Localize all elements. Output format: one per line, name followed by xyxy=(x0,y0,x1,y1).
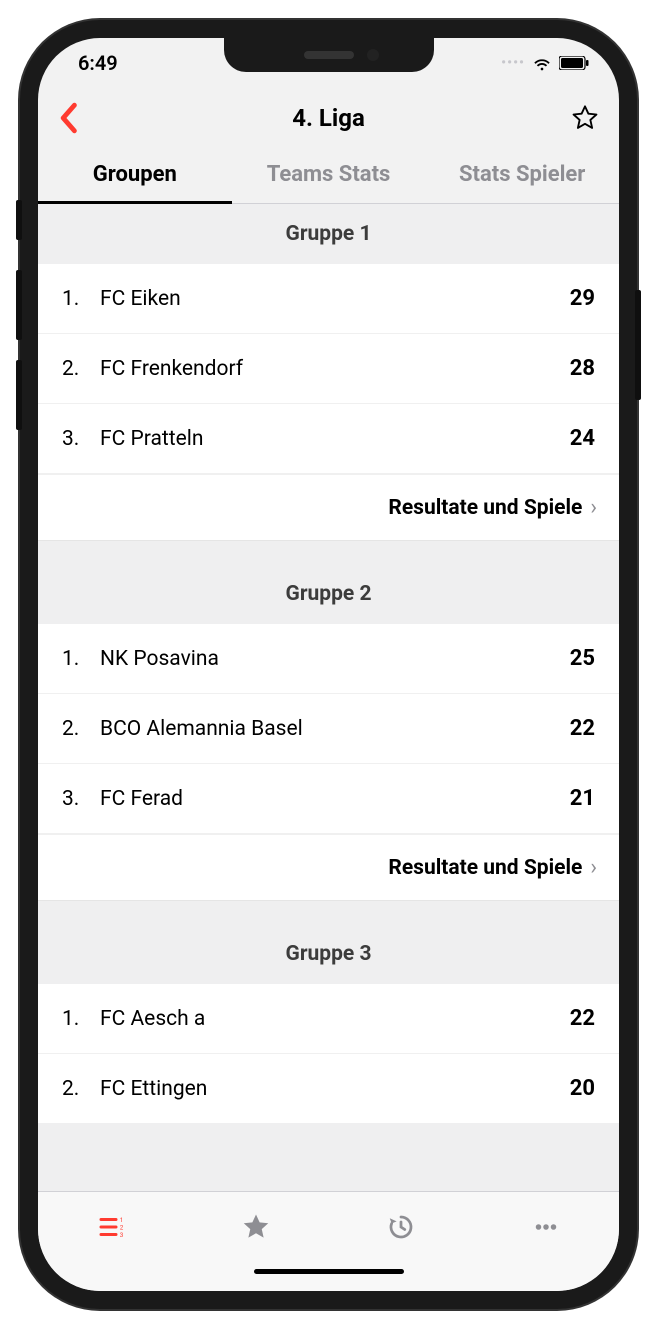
team-points: 24 xyxy=(570,426,595,451)
page-title: 4. Liga xyxy=(292,104,365,132)
phone-frame: 6:49 •••• 4. Liga Groupen xyxy=(20,20,637,1309)
segment-tabs: Groupen Teams Stats Stats Spieler xyxy=(38,148,619,204)
team-points: 28 xyxy=(570,356,595,381)
side-button xyxy=(16,200,22,240)
team-row[interactable]: 1. NK Posavina 25 xyxy=(38,624,619,694)
team-points: 20 xyxy=(570,1076,595,1101)
team-rank: 1. xyxy=(62,647,94,671)
team-row[interactable]: 3. FC Ferad 21 xyxy=(38,764,619,834)
cellular-dots-icon: •••• xyxy=(501,55,525,71)
team-name: FC Aesch a xyxy=(94,1007,570,1031)
back-button[interactable] xyxy=(58,102,98,134)
tab-groupen[interactable]: Groupen xyxy=(38,148,232,203)
wifi-icon xyxy=(531,52,553,74)
tab-bar-history[interactable] xyxy=(329,1212,474,1242)
team-row[interactable]: 2. FC Ettingen 20 xyxy=(38,1054,619,1123)
history-icon xyxy=(386,1212,416,1242)
team-name: FC Frenkendorf xyxy=(94,357,570,381)
tab-bar-favorites[interactable] xyxy=(183,1212,328,1242)
star-outline-icon xyxy=(571,104,599,132)
team-points: 21 xyxy=(570,786,595,811)
group-header: Gruppe 3 xyxy=(38,920,619,984)
team-points: 25 xyxy=(570,646,595,671)
team-name: FC Ferad xyxy=(94,787,570,811)
battery-icon xyxy=(559,56,589,70)
team-name: FC Eiken xyxy=(94,287,570,311)
list-numbered-icon: 1 2 3 xyxy=(96,1212,126,1242)
more-horizontal-icon xyxy=(531,1212,561,1242)
team-rank: 1. xyxy=(62,287,94,311)
status-time: 6:49 xyxy=(78,51,118,75)
team-rank: 2. xyxy=(62,357,94,381)
tab-bar-standings[interactable]: 1 2 3 xyxy=(38,1212,183,1242)
team-rank: 2. xyxy=(62,1077,94,1101)
team-name: FC Pratteln xyxy=(94,427,570,451)
team-name: BCO Alemannia Basel xyxy=(94,717,570,741)
chevron-right-icon: › xyxy=(590,855,597,880)
favorite-button[interactable] xyxy=(559,104,599,132)
phone-screen: 6:49 •••• 4. Liga Groupen xyxy=(38,38,619,1291)
tab-bar-more[interactable] xyxy=(474,1212,619,1242)
chevron-left-icon xyxy=(58,102,78,134)
team-row[interactable]: 2. FC Frenkendorf 28 xyxy=(38,334,619,404)
team-row[interactable]: 3. FC Pratteln 24 xyxy=(38,404,619,474)
team-row[interactable]: 2. BCO Alemannia Basel 22 xyxy=(38,694,619,764)
team-points: 22 xyxy=(570,716,595,741)
team-points: 22 xyxy=(570,1006,595,1031)
nav-bar: 4. Liga xyxy=(38,88,619,148)
section-gap xyxy=(38,540,619,560)
star-icon xyxy=(241,1212,271,1242)
notch xyxy=(224,38,434,72)
svg-text:3: 3 xyxy=(119,1231,123,1239)
side-button xyxy=(16,360,22,430)
team-rank: 2. xyxy=(62,717,94,741)
tab-stats-spieler[interactable]: Stats Spieler xyxy=(425,148,619,203)
side-button xyxy=(635,290,641,400)
team-name: FC Ettingen xyxy=(94,1077,570,1101)
results-label: Resultate und Spiele xyxy=(388,496,582,520)
home-indicator[interactable] xyxy=(38,1261,619,1291)
group-header: Gruppe 2 xyxy=(38,560,619,624)
chevron-right-icon: › xyxy=(590,495,597,520)
team-row[interactable]: 1. FC Eiken 29 xyxy=(38,264,619,334)
results-label: Resultate und Spiele xyxy=(388,856,582,880)
team-rank: 1. xyxy=(62,1007,94,1031)
results-link[interactable]: Resultate und Spiele › xyxy=(38,474,619,540)
section-gap xyxy=(38,900,619,920)
group-header: Gruppe 1 xyxy=(38,204,619,264)
team-points: 29 xyxy=(570,286,595,311)
team-rank: 3. xyxy=(62,427,94,451)
tab-teams-stats[interactable]: Teams Stats xyxy=(232,148,426,203)
team-name: NK Posavina xyxy=(94,647,570,671)
tab-bar: 1 2 3 xyxy=(38,1191,619,1261)
team-row[interactable]: 1. FC Aesch a 22 xyxy=(38,984,619,1054)
side-button xyxy=(16,270,22,340)
results-link[interactable]: Resultate und Spiele › xyxy=(38,834,619,900)
content-scroll[interactable]: Gruppe 1 1. FC Eiken 29 2. FC Frenkendor… xyxy=(38,204,619,1191)
status-right: •••• xyxy=(501,52,589,74)
team-rank: 3. xyxy=(62,787,94,811)
